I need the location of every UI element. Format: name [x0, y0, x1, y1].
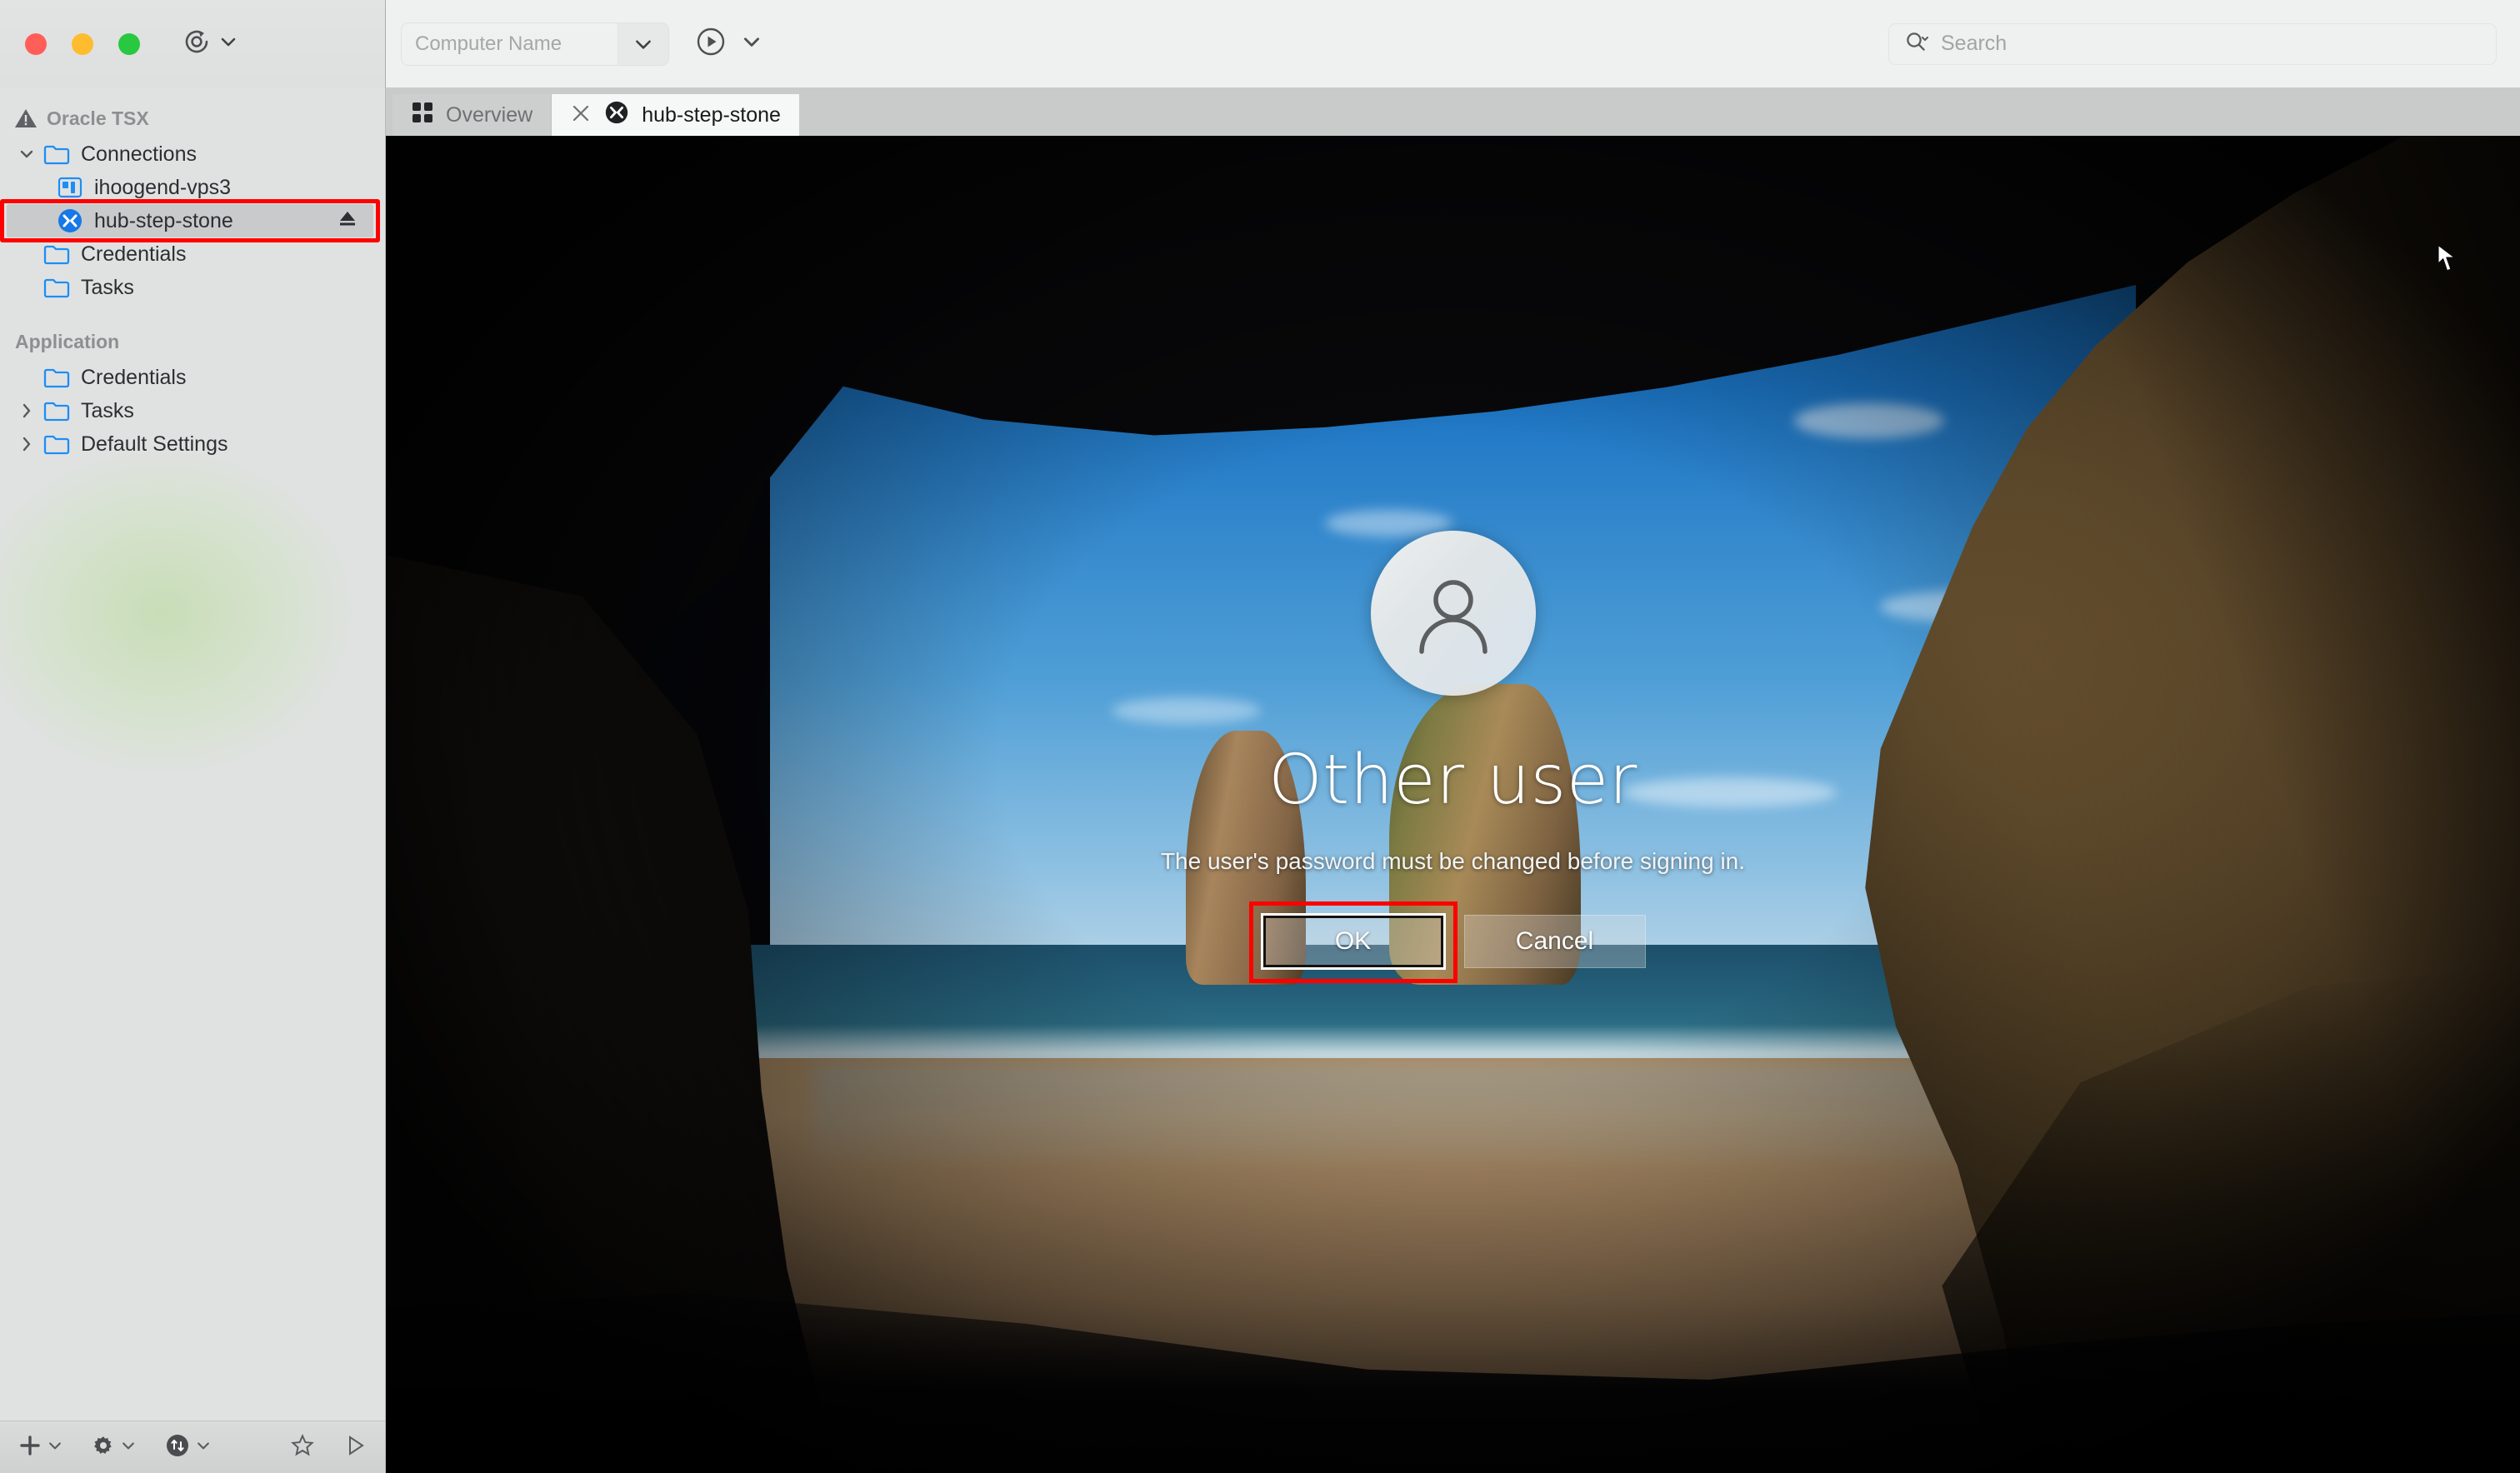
sidebar-item-default-settings[interactable]: Default Settings [0, 427, 385, 461]
tree-section-header-oracle-tsx: Oracle TSX [0, 99, 385, 137]
chevron-down-icon[interactable] [741, 31, 762, 57]
remote-desktop-app-window: Computer Name Search Oracle TSX Connecti… [0, 0, 2520, 1473]
tab-bar: Overview hub-step-stone [386, 87, 2520, 136]
sidebar-item-label: hub-step-stone [94, 208, 233, 232]
connect-control-group[interactable] [694, 25, 762, 62]
refresh-control-group[interactable] [182, 27, 238, 61]
grid-squares-icon [411, 101, 434, 130]
eject-icon[interactable] [337, 207, 358, 235]
folder-icon [40, 367, 73, 389]
folder-icon [40, 400, 73, 422]
folder-icon [40, 433, 73, 456]
sidebar-item-ihoogend-vps3[interactable]: ihoogend-vps3 [0, 171, 385, 204]
close-icon[interactable] [570, 102, 592, 128]
star-outline-icon[interactable] [290, 1433, 315, 1462]
navigation-sidebar: Oracle TSX Connections ihoogend-vps3 hub… [0, 87, 386, 1473]
content-area: Overview hub-step-stone Other user The u… [386, 87, 2520, 1473]
login-message: The user's password must be changed befo… [1160, 847, 1746, 874]
chevron-right-icon[interactable] [13, 435, 40, 453]
sidebar-item-tasks-application[interactable]: Tasks [0, 394, 385, 427]
window-toolbar: Computer Name Search [0, 0, 2520, 87]
selected-item-wrapper: hub-step-stone [0, 199, 380, 242]
chevron-down-icon[interactable] [195, 1437, 212, 1458]
cancel-button[interactable]: Cancel [1463, 914, 1646, 968]
tree-section-label: Application [15, 330, 120, 352]
app-body: Oracle TSX Connections ihoogend-vps3 hub… [0, 87, 2520, 1473]
sidebar-item-connections[interactable]: Connections [0, 137, 385, 171]
computer-name-input[interactable]: Computer Name [402, 23, 618, 65]
sidebar-item-tasks-oracle[interactable]: Tasks [0, 271, 385, 304]
warning-triangle-icon [12, 107, 40, 129]
avatar [1370, 530, 1536, 696]
run-button[interactable] [343, 1434, 367, 1461]
connection-tree: Oracle TSX Connections ihoogend-vps3 hub… [0, 87, 385, 1421]
sidebar-item-credentials-application[interactable]: Credentials [0, 361, 385, 394]
folder-icon [40, 277, 73, 299]
updown-arrows-circle-icon[interactable] [165, 1433, 190, 1462]
chevron-down-icon[interactable] [618, 22, 668, 65]
play-triangle-outline-icon[interactable] [343, 1434, 367, 1461]
tree-section-header-application: Application [0, 322, 385, 361]
ssh-badge-icon [53, 207, 87, 235]
sidebar-item-label: ihoogend-vps3 [94, 175, 232, 199]
sidebar-item-label: Credentials [81, 242, 187, 266]
mouse-pointer-icon [2437, 244, 2458, 278]
login-button-row: OK Cancel [1248, 901, 1646, 983]
add-connection-button[interactable] [18, 1434, 63, 1461]
folder-icon [40, 143, 73, 166]
favorites-button[interactable] [290, 1433, 315, 1462]
login-username: Other user [1268, 740, 1638, 820]
ssh-badge-icon [603, 99, 630, 132]
tab-overview[interactable]: Overview [392, 94, 552, 136]
titlebar-left-region [0, 0, 385, 87]
sidebar-item-label: Tasks [81, 275, 134, 299]
tab-hub-step-stone[interactable]: hub-step-stone [552, 94, 799, 136]
ok-button[interactable]: OK [1260, 912, 1446, 970]
sidebar-item-label: Default Settings [81, 432, 228, 456]
rdp-terminal-icon [53, 177, 87, 198]
play-circle-icon[interactable] [694, 25, 728, 62]
traffic-light-buttons[interactable] [25, 32, 140, 55]
chevron-down-icon[interactable] [218, 32, 238, 56]
chevron-down-icon[interactable] [47, 1437, 63, 1458]
refresh-target-icon[interactable] [182, 27, 212, 61]
search-icon[interactable] [1904, 29, 1932, 58]
search-input[interactable]: Search [1941, 32, 2007, 56]
remote-session-viewport[interactable]: Other user The user's password must be c… [386, 136, 2520, 1473]
toolbar-right-region: Computer Name Search [385, 0, 2520, 87]
sidebar-item-label: Credentials [81, 365, 187, 389]
sidebar-bottom-toolbar [0, 1421, 385, 1473]
computer-name-combobox[interactable]: Computer Name [401, 22, 669, 66]
chevron-right-icon[interactable] [13, 402, 40, 420]
gear-icon[interactable] [92, 1434, 115, 1461]
sidebar-item-credentials-oracle[interactable]: Credentials [0, 237, 385, 271]
close-window-button[interactable] [25, 32, 47, 55]
user-avatar-icon [1418, 580, 1488, 654]
settings-button[interactable] [92, 1434, 137, 1461]
search-field[interactable]: Search [1888, 22, 2497, 65]
tab-label: Overview [446, 102, 533, 127]
sidebar-item-hub-step-stone[interactable]: hub-step-stone [7, 204, 373, 237]
tree-section-label: Oracle TSX [47, 107, 149, 129]
file-transfer-button[interactable] [165, 1433, 212, 1462]
chevron-down-icon[interactable] [120, 1437, 137, 1458]
zoom-window-button[interactable] [118, 32, 140, 55]
minimize-window-button[interactable] [72, 32, 93, 55]
sidebar-item-label: Connections [81, 142, 197, 166]
windows-login-panel: Other user The user's password must be c… [386, 136, 2520, 1473]
folder-icon [40, 243, 73, 266]
plus-icon[interactable] [18, 1434, 42, 1461]
chevron-down-icon[interactable] [13, 145, 40, 163]
sidebar-item-label: Tasks [81, 398, 134, 422]
tab-label: hub-step-stone [642, 102, 781, 127]
